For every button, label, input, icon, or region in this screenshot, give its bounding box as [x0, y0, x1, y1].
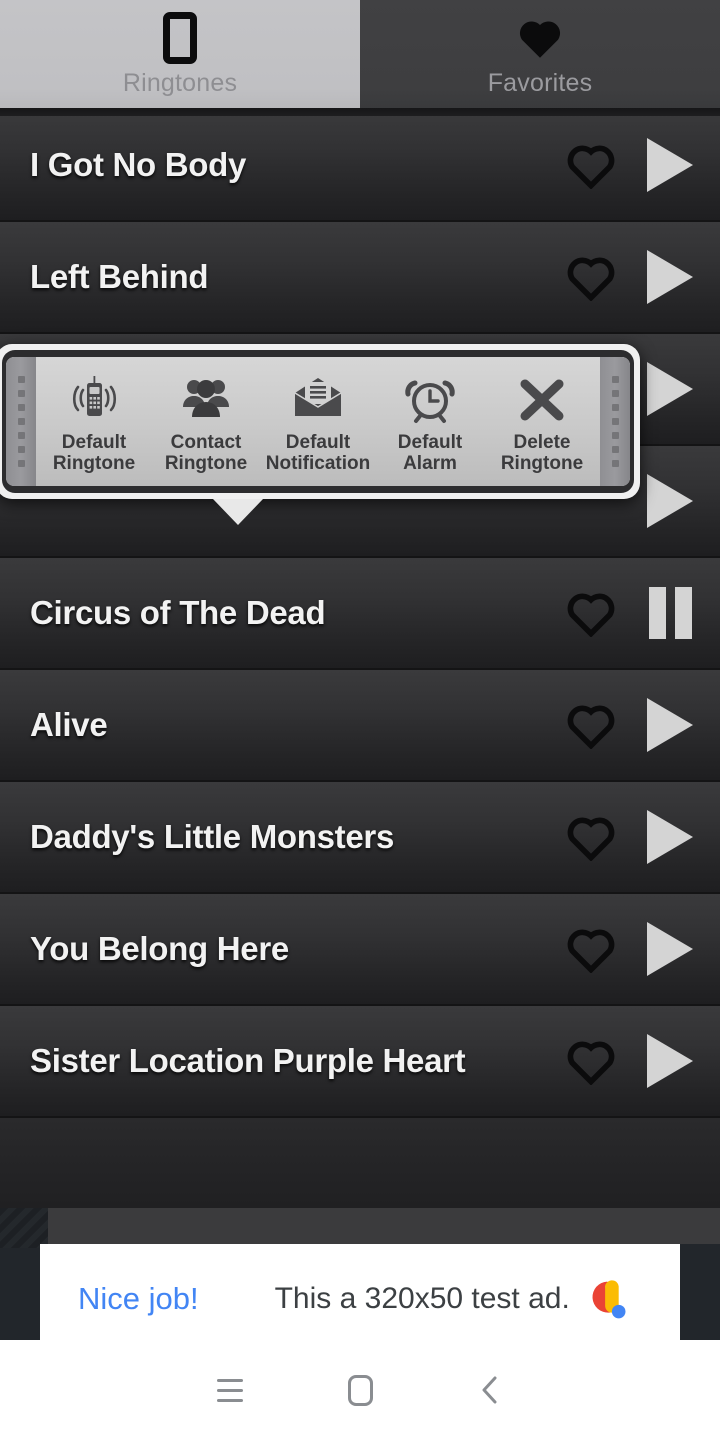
nav-home-button[interactable] [295, 1340, 425, 1440]
play-icon[interactable] [642, 810, 698, 864]
list-item[interactable]: I Got No Body [0, 110, 720, 222]
play-icon[interactable] [642, 250, 698, 304]
ringtone-action-popup[interactable]: Default Ringtone Contact Ringtone Defaul… [0, 344, 640, 526]
ringtone-title: Alive [30, 706, 108, 743]
list-item[interactable]: Alive [0, 670, 720, 782]
popup-grip-left[interactable] [6, 357, 36, 487]
alarm-clock-icon [402, 371, 458, 429]
ad-top-band [48, 1208, 720, 1244]
favorite-heart-icon[interactable] [562, 1035, 620, 1087]
row-actions [562, 586, 698, 640]
row-actions [562, 1034, 698, 1088]
play-icon[interactable] [642, 138, 698, 192]
popup-item-label: Default Ringtone [52, 432, 136, 474]
tabbar-divider [0, 108, 720, 116]
tab-bar: Ringtones Favorites [0, 0, 720, 108]
popup-item-label: Default Notification [265, 432, 371, 474]
favorite-heart-icon[interactable] [562, 811, 620, 863]
ringtone-list[interactable]: I Got No Body Left Behind Circus of The … [0, 110, 720, 1218]
close-x-icon [514, 371, 570, 429]
home-square-icon [347, 1374, 373, 1406]
play-icon[interactable] [642, 362, 698, 416]
list-item[interactable]: Left Behind [0, 222, 720, 334]
envelope-icon [290, 371, 346, 429]
popup-content: Default Ringtone Contact Ringtone Defaul… [6, 357, 630, 487]
popup-item-label: Contact Ringtone [164, 432, 248, 474]
ringtone-title: Daddy's Little Monsters [30, 818, 395, 855]
tab-ringtones-label: Ringtones [122, 69, 238, 97]
contacts-group-icon [178, 371, 234, 429]
chevron-left-icon [482, 1376, 497, 1404]
ad-body-text: This a 320x50 test ad. [274, 1282, 570, 1315]
ad-banner[interactable]: Nice job! This a 320x50 test ad. [40, 1244, 680, 1354]
list-item[interactable]: You Belong Here [0, 894, 720, 1006]
popup-grip-right[interactable] [600, 357, 630, 487]
play-icon[interactable] [642, 698, 698, 752]
nav-recents-button[interactable] [165, 1340, 295, 1440]
ringtone-title: You Belong Here [30, 930, 289, 967]
popup-dark-frame: Default Ringtone Contact Ringtone Defaul… [2, 350, 634, 494]
popup-item-delete-ringtone[interactable]: Delete Ringtone [486, 371, 598, 474]
tab-favorites[interactable]: Favorites [360, 0, 720, 108]
play-icon[interactable] [642, 922, 698, 976]
heart-icon [517, 7, 563, 69]
ringtone-app-screen: Ringtones Favorites I Got No Body Left B… [0, 0, 720, 1440]
tab-favorites-label: Favorites [487, 69, 593, 97]
play-icon[interactable] [642, 1034, 698, 1088]
pause-icon[interactable] [642, 586, 698, 640]
row-actions [562, 922, 698, 976]
hamburger-icon [217, 1378, 243, 1402]
list-empty-row [0, 1118, 720, 1218]
ringtone-title: I Got No Body [30, 146, 247, 183]
ad-headline: Nice job! [78, 1281, 199, 1316]
popup-item-default-ringtone[interactable]: Default Ringtone [38, 371, 150, 474]
popup-pointer-arrow [213, 499, 263, 526]
popup-item-default-notification[interactable]: Default Notification [262, 371, 374, 474]
tab-ringtones[interactable]: Ringtones [0, 0, 360, 108]
popup-item-default-alarm[interactable]: Default Alarm [374, 371, 486, 474]
row-actions [562, 698, 698, 752]
favorite-heart-icon[interactable] [562, 139, 620, 191]
ringtone-title: Circus of The Dead [30, 594, 326, 631]
ad-left-strip [0, 1208, 48, 1248]
android-nav-bar [0, 1340, 720, 1440]
admob-logo-icon [592, 1280, 626, 1319]
play-icon[interactable] [642, 474, 698, 528]
ringing-phone-icon [66, 371, 122, 429]
popup-action-items: Default Ringtone Contact Ringtone Defaul… [36, 357, 600, 486]
row-actions [562, 250, 698, 304]
phone-icon [163, 7, 197, 69]
popup-outer-frame: Default Ringtone Contact Ringtone Defaul… [0, 344, 640, 500]
list-item[interactable]: Daddy's Little Monsters [0, 782, 720, 894]
list-item[interactable]: Sister Location Purple Heart [0, 1006, 720, 1118]
nav-back-button[interactable] [425, 1340, 555, 1440]
ringtone-title: Sister Location Purple Heart [30, 1042, 466, 1079]
row-actions [562, 810, 698, 864]
row-actions [562, 138, 698, 192]
favorite-heart-icon[interactable] [562, 699, 620, 751]
favorite-heart-icon[interactable] [562, 923, 620, 975]
favorite-heart-icon[interactable] [562, 587, 620, 639]
popup-item-contact-ringtone[interactable]: Contact Ringtone [150, 371, 262, 474]
popup-item-label: Default Alarm [397, 432, 463, 474]
ringtone-title: Left Behind [30, 258, 209, 295]
popup-item-label: Delete Ringtone [500, 432, 584, 474]
list-item[interactable]: Circus of The Dead [0, 558, 720, 670]
favorite-heart-icon[interactable] [562, 251, 620, 303]
